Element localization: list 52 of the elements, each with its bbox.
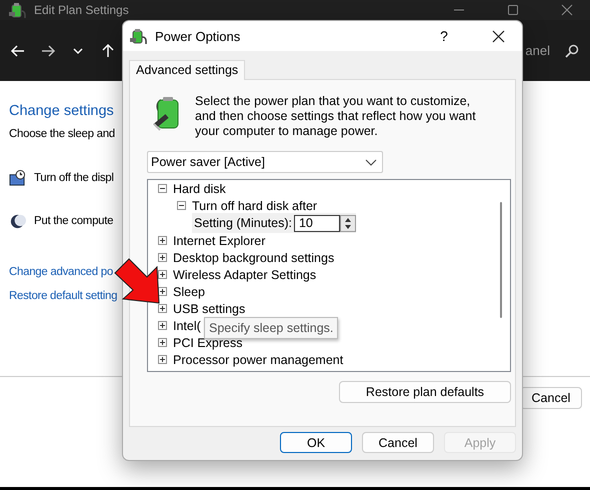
setting-label: Setting (Minutes): (194, 216, 292, 230)
minutes-field[interactable]: 10 (294, 214, 340, 232)
tree-item[interactable]: Internet Explorer (173, 234, 266, 248)
dialog-button[interactable]: OK (280, 432, 352, 453)
help-button[interactable]: ? (421, 21, 467, 51)
dialog-button[interactable]: Cancel (362, 432, 434, 453)
search-field[interactable]: anel (525, 43, 550, 58)
tree-item[interactable]: Sleep (173, 284, 205, 298)
tree-item[interactable]: Hard disk (173, 182, 226, 196)
settings-link[interactable]: Restore default setting (9, 290, 118, 302)
dialog-title: Power Options (155, 28, 240, 44)
plan-dropdown[interactable]: Power saver [Active] (147, 151, 383, 173)
setting-label: Put the compute (34, 215, 114, 227)
tree-item[interactable]: Processor power management (173, 352, 344, 366)
expand-icon[interactable] (158, 304, 167, 313)
expand-icon[interactable] (158, 321, 167, 330)
settings-link[interactable]: Change advanced po (9, 266, 113, 278)
tree-item[interactable]: Turn off hard disk after (192, 198, 318, 212)
monitor-clock-icon (9, 170, 26, 186)
chevron-down-icon (365, 158, 377, 166)
expand-icon[interactable] (158, 236, 167, 245)
maximize-icon[interactable] (507, 4, 519, 16)
intro-text: Select the power plan that you want to customize, and then choose settings that reflect how you want your computer to manage power. (195, 94, 477, 139)
tree-item[interactable]: Desktop background settings (173, 250, 334, 264)
tree-item[interactable]: Wireless Adapter Settings (173, 268, 316, 282)
expand-icon[interactable] (158, 270, 167, 279)
app-icon (129, 27, 147, 45)
tooltip: Specify sleep settings. (204, 317, 338, 339)
tab[interactable]: Advanced settings (129, 60, 246, 80)
expand-icon[interactable] (158, 355, 167, 364)
expand-icon[interactable] (158, 253, 167, 262)
tree-item[interactable]: USB settings (173, 302, 246, 316)
page-heading: Change settings (9, 103, 114, 119)
cancel-button[interactable]: Cancel (520, 387, 582, 409)
expand-icon[interactable] (158, 338, 167, 347)
battery-plug-icon (151, 94, 181, 132)
moon-icon (9, 212, 26, 230)
search-icon[interactable] (564, 42, 580, 58)
spin-button-icon[interactable] (340, 214, 356, 232)
app-icon (8, 1, 26, 19)
setting-label: Turn off the displ (34, 172, 114, 184)
scrollbar[interactable] (500, 202, 502, 318)
forward-arrow-icon[interactable] (40, 42, 56, 58)
close-icon[interactable] (492, 30, 505, 42)
back-arrow-icon[interactable] (10, 42, 26, 58)
collapse-icon[interactable] (177, 201, 186, 210)
description-text: Choose the sleep and (9, 128, 115, 140)
window-title: Edit Plan Settings (34, 3, 129, 17)
collapse-icon[interactable] (158, 184, 167, 193)
up-arrow-icon[interactable] (100, 42, 116, 58)
restore-defaults-button[interactable]: Restore plan defaults (339, 381, 511, 403)
tree-item[interactable]: Intel( (173, 318, 201, 332)
